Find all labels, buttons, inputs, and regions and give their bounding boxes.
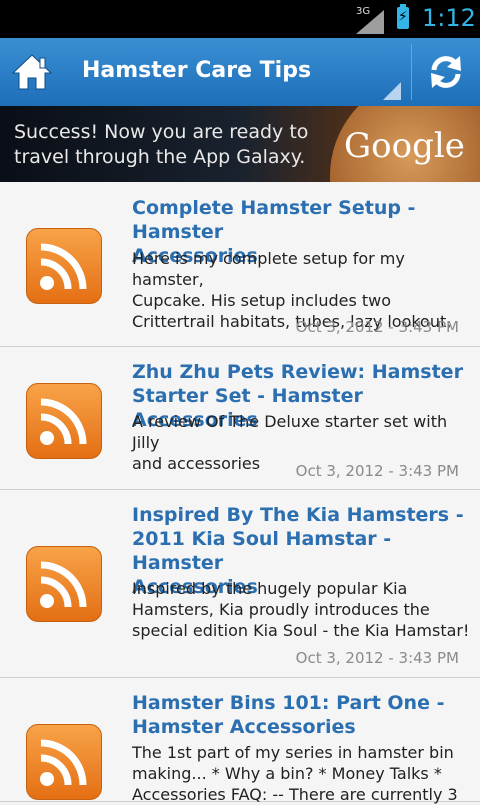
- item-date: Oct 3, 2012 - 3:43 PM: [295, 462, 459, 480]
- ad-text: Success! Now you are ready to travel thr…: [14, 121, 309, 168]
- clock: 1:12: [422, 4, 476, 32]
- rss-icon: [26, 546, 102, 622]
- network-type: 3G: [356, 6, 371, 17]
- dropdown-caret-icon[interactable]: [383, 82, 401, 100]
- rss-icon: [26, 383, 102, 459]
- item-description: Inspired by the hugely popular Kia Hamste…: [132, 579, 470, 640]
- item-title: Hamster Bins 101: Part One - Hamster Acce…: [132, 692, 445, 738]
- app-title[interactable]: Hamster Care Tips: [82, 58, 311, 83]
- item-date: Oct 3, 2012 - 3:43 PM: [295, 649, 459, 667]
- item-description: The 1st part of my series in hamster bin…: [132, 743, 458, 804]
- list-item[interactable]: Hamster Bins 101: Part One - Hamster Acce…: [0, 678, 480, 804]
- ad-banner[interactable]: Success! Now you are ready to travel thr…: [0, 106, 480, 182]
- list-item[interactable]: Complete Hamster Setup - Hamster Accessor…: [0, 182, 480, 347]
- refresh-icon: [431, 56, 461, 88]
- google-logo: Google: [344, 126, 465, 166]
- battery-charging-icon: ⚡: [397, 4, 409, 29]
- home-button[interactable]: [10, 52, 54, 92]
- home-icon: [11, 54, 53, 90]
- rss-icon: [26, 724, 102, 800]
- rss-icon: [26, 228, 102, 304]
- item-date: Oct 3, 2012 - 3:43 PM: [295, 318, 459, 336]
- feed-list: Complete Hamster Setup - Hamster Accessor…: [0, 182, 480, 804]
- action-bar: Hamster Care Tips: [0, 38, 480, 108]
- list-item[interactable]: Zhu Zhu Pets Review: Hamster Starter Set …: [0, 347, 480, 490]
- status-bar: 3G ⚡ 1:12: [0, 0, 480, 38]
- refresh-button[interactable]: [424, 52, 468, 92]
- action-divider: [411, 44, 412, 100]
- list-item[interactable]: Inspired By The Kia Hamsters -2011 Kia S…: [0, 490, 480, 678]
